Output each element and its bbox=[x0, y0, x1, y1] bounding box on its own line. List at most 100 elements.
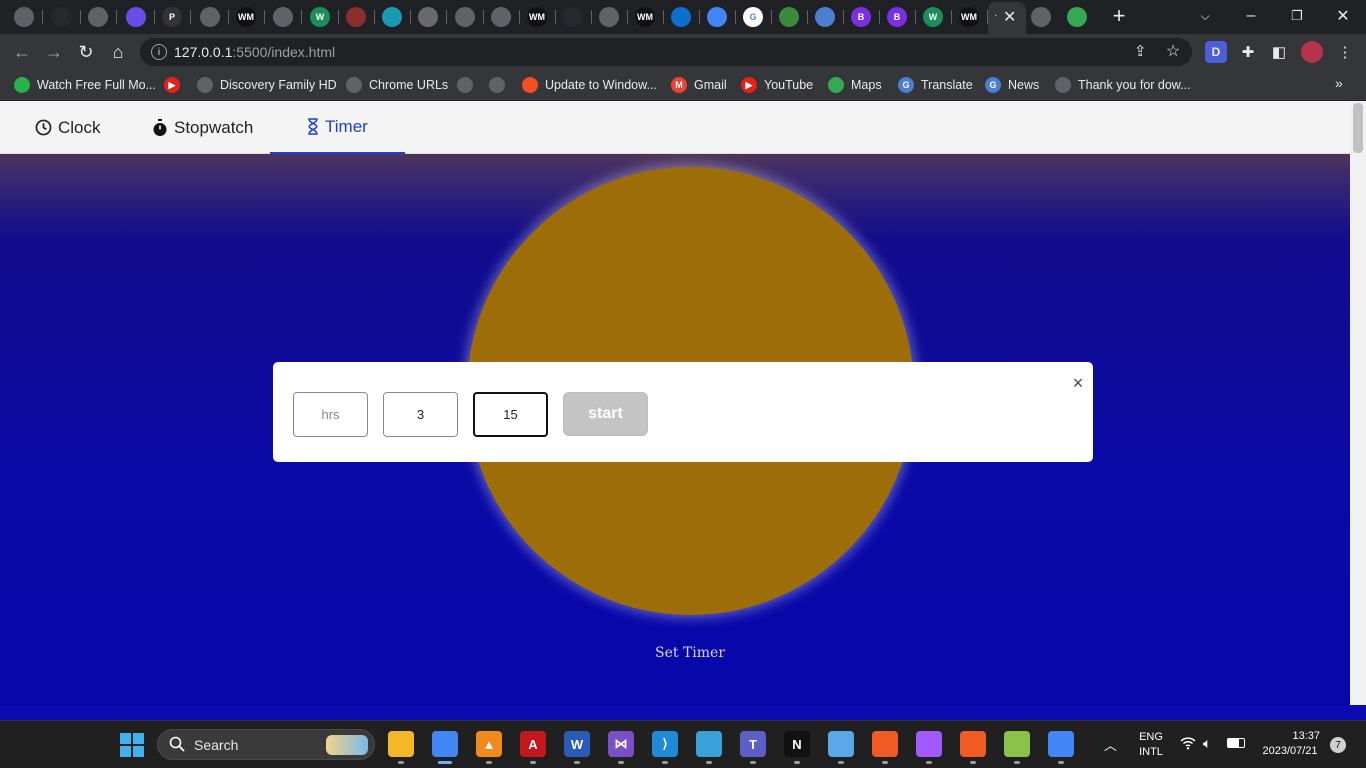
w-icon[interactable]: W bbox=[923, 7, 943, 27]
volume-icon[interactable]: 🔈︎ bbox=[1203, 735, 1211, 752]
tab-clock[interactable]: Clock bbox=[35, 101, 101, 154]
set-timer-link[interactable]: Set Timer bbox=[600, 645, 780, 661]
page-scrollbar[interactable] bbox=[1350, 101, 1366, 705]
chrome-icon[interactable] bbox=[1048, 731, 1074, 757]
avatar[interactable] bbox=[1301, 41, 1323, 63]
wm-icon[interactable]: WM bbox=[635, 7, 655, 27]
profile-extension-icon[interactable]: D bbox=[1205, 41, 1227, 63]
chrome-icon[interactable] bbox=[432, 731, 458, 757]
circle-app-icon[interactable] bbox=[126, 7, 146, 27]
word-icon[interactable]: W bbox=[564, 731, 590, 757]
seconds-input[interactable] bbox=[473, 392, 548, 437]
globe-icon[interactable] bbox=[599, 7, 619, 27]
tab-timer[interactable]: Timer bbox=[270, 101, 405, 154]
start-button-windows-icon[interactable] bbox=[120, 733, 144, 757]
globe-icon[interactable] bbox=[491, 7, 511, 27]
wm-icon[interactable]: WM bbox=[959, 7, 979, 27]
system-tray-chevron-icon[interactable]: ︿ bbox=[1104, 735, 1117, 754]
bookmark-item[interactable]: Chrome URLs bbox=[346, 76, 448, 94]
url-text[interactable]: 127.0.0.1:5500/index.html bbox=[174, 44, 335, 60]
bookmark-item[interactable] bbox=[457, 76, 480, 94]
github-icon[interactable] bbox=[52, 7, 72, 27]
doc-icon[interactable] bbox=[779, 7, 799, 27]
bookmark-item[interactable]: G Translate bbox=[898, 76, 973, 94]
w-icon[interactable]: W bbox=[310, 7, 330, 27]
tab-close-icon[interactable]: ✕ bbox=[1003, 7, 1016, 27]
netflix-icon[interactable]: N bbox=[784, 731, 810, 757]
notification-badge[interactable]: 7 bbox=[1330, 737, 1346, 753]
forward-button[interactable]: → bbox=[42, 40, 66, 64]
site-info-icon[interactable]: i bbox=[151, 44, 167, 60]
figma-dots-icon[interactable] bbox=[382, 7, 402, 27]
bookmark-item[interactable]: Watch Free Full Mo... bbox=[14, 76, 156, 94]
maps-icon[interactable] bbox=[1067, 7, 1087, 27]
tab-search-button[interactable]: ⌵ bbox=[1190, 4, 1220, 28]
bootstrap-icon[interactable]: B bbox=[851, 7, 871, 27]
acrobat-icon[interactable]: A bbox=[520, 731, 546, 757]
address-bar[interactable]: i 127.0.0.1:5500/index.html ⇪ ☆ bbox=[140, 38, 1192, 66]
window-close-button[interactable]: ✕ bbox=[1328, 4, 1358, 28]
clock-date-tray[interactable]: 13:37 2023/07/21 bbox=[1256, 730, 1324, 757]
visual-studio-icon[interactable]: ⋈ bbox=[608, 731, 634, 757]
plant-icon[interactable] bbox=[418, 7, 438, 27]
share-icon[interactable]: ⇪ bbox=[1134, 42, 1147, 60]
figma-icon[interactable] bbox=[916, 731, 942, 757]
tab-stopwatch[interactable]: Stopwatch bbox=[152, 101, 253, 154]
wifi-icon[interactable] bbox=[1180, 736, 1196, 753]
reload-button[interactable]: ↻ bbox=[74, 40, 98, 64]
globe-icon[interactable] bbox=[88, 7, 108, 27]
minimize-button[interactable]: – bbox=[1236, 4, 1266, 28]
bookmark-item[interactable]: ▶ bbox=[164, 76, 187, 94]
side-panel-icon[interactable]: ◧ bbox=[1268, 41, 1290, 63]
onedrive-icon[interactable] bbox=[671, 7, 691, 27]
restore-button[interactable]: ❐ bbox=[1282, 4, 1312, 28]
vlc-icon[interactable]: ▲ bbox=[476, 731, 502, 757]
hours-input[interactable] bbox=[293, 392, 368, 437]
bookmark-item[interactable]: Discovery Family HD bbox=[197, 76, 337, 94]
brave-icon[interactable] bbox=[960, 731, 986, 757]
bookmark-item[interactable]: Maps bbox=[828, 76, 882, 94]
file-explorer-icon[interactable] bbox=[388, 731, 414, 757]
battery-icon[interactable] bbox=[1227, 738, 1245, 748]
active-tab[interactable]: · ✕ bbox=[988, 2, 1026, 34]
taskbar-search[interactable]: Search bbox=[157, 729, 375, 760]
globe-icon[interactable] bbox=[1031, 7, 1051, 27]
back-button[interactable]: ← bbox=[10, 40, 34, 64]
p-icon[interactable]: P bbox=[162, 7, 182, 27]
snipping-icon[interactable] bbox=[696, 731, 722, 757]
chrome-menu-icon[interactable]: ⋮ bbox=[1334, 41, 1356, 63]
bookmark-item[interactable]: ▶ YouTube bbox=[741, 76, 813, 94]
bookmarks-overflow-icon[interactable]: » bbox=[1335, 75, 1343, 91]
new-tab-button[interactable]: + bbox=[1104, 3, 1134, 28]
wm-icon[interactable]: WM bbox=[527, 7, 547, 27]
globe-icon[interactable] bbox=[455, 7, 475, 27]
bookmark-item[interactable]: M Gmail bbox=[671, 76, 727, 94]
github-icon[interactable] bbox=[563, 7, 583, 27]
globe-icon[interactable] bbox=[200, 7, 220, 27]
extensions-puzzle-icon[interactable]: ✚ bbox=[1237, 41, 1259, 63]
globe-icon[interactable] bbox=[14, 7, 34, 27]
teams-icon[interactable]: T bbox=[740, 731, 766, 757]
flag-icon[interactable] bbox=[815, 7, 835, 27]
vscode-icon[interactable]: ⟩ bbox=[652, 731, 678, 757]
bootstrap-icon[interactable]: B bbox=[887, 7, 907, 27]
app-icon[interactable] bbox=[346, 7, 366, 27]
close-icon[interactable]: × bbox=[1069, 373, 1087, 393]
google-icon[interactable]: G bbox=[743, 7, 763, 27]
bookmark-star-icon[interactable]: ☆ bbox=[1166, 41, 1180, 61]
bookmark-item[interactable]: G News bbox=[985, 76, 1039, 94]
minutes-input[interactable] bbox=[383, 392, 458, 437]
bookmark-item[interactable] bbox=[489, 76, 512, 94]
notepad-plus-icon[interactable] bbox=[1004, 731, 1030, 757]
chrome-icon[interactable] bbox=[707, 7, 727, 27]
bookmark-item[interactable]: Thank you for dow... bbox=[1055, 76, 1191, 94]
globe-icon[interactable] bbox=[273, 7, 293, 27]
bookmark-item[interactable]: Update to Window... bbox=[522, 76, 657, 94]
wm-icon[interactable]: WM bbox=[236, 7, 256, 27]
start-button[interactable]: start bbox=[563, 392, 648, 436]
home-button[interactable]: ⌂ bbox=[106, 40, 130, 64]
brave-icon[interactable] bbox=[872, 731, 898, 757]
notepad-icon[interactable] bbox=[828, 731, 854, 757]
scrollbar-thumb[interactable] bbox=[1353, 103, 1363, 153]
language-indicator[interactable]: ENG INTL bbox=[1133, 731, 1169, 758]
